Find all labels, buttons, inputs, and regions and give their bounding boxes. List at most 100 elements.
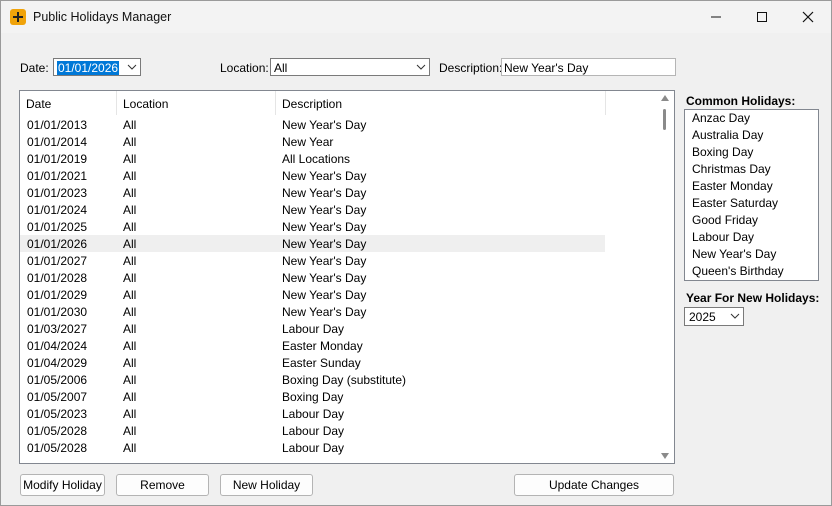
table-row[interactable]: 01/05/2023 All Labour Day — [20, 405, 656, 422]
common-holiday-item[interactable]: Australia Day — [685, 127, 818, 144]
row-location: All — [123, 373, 137, 387]
common-holiday-item[interactable]: New Year's Day — [685, 246, 818, 263]
year-select[interactable]: 2025 — [684, 307, 744, 326]
row-date: 01/01/2014 — [27, 135, 88, 149]
table-row[interactable]: 01/05/2006 All Boxing Day (substitute) — [20, 371, 656, 388]
table-row[interactable]: 01/01/2023 All New Year's Day — [20, 184, 656, 201]
table-row[interactable]: 01/01/2013 All New Year's Day — [20, 116, 656, 133]
scrollbar-thumb[interactable] — [663, 109, 666, 130]
update-changes-button[interactable]: Update Changes — [514, 474, 674, 496]
row-location: All — [123, 424, 137, 438]
common-holiday-item[interactable]: Good Friday — [685, 212, 818, 229]
row-date: 01/05/2028 — [27, 424, 88, 438]
app-icon — [10, 9, 26, 25]
table-row[interactable]: 01/05/2028 All Labour Day — [20, 422, 656, 439]
table-row[interactable]: 01/01/2030 All New Year's Day — [20, 303, 656, 320]
column-header-description[interactable]: Description — [276, 91, 606, 115]
row-location: All — [123, 356, 137, 370]
window-title: Public Holidays Manager — [33, 10, 172, 24]
table-row[interactable]: 01/04/2024 All Easter Monday — [20, 337, 656, 354]
row-location: All — [123, 186, 137, 200]
table-header: Date Location Description — [20, 91, 656, 115]
table-row[interactable]: 01/05/2028 All Labour Day — [20, 439, 656, 456]
row-date: 01/01/2029 — [27, 288, 88, 302]
common-holiday-item[interactable]: Easter Monday — [685, 178, 818, 195]
table-row[interactable]: 01/01/2028 All New Year's Day — [20, 269, 656, 286]
table-row[interactable]: 01/01/2029 All New Year's Day — [20, 286, 656, 303]
description-label: Description: — [439, 61, 503, 75]
location-value: All — [274, 61, 288, 75]
location-select[interactable]: All — [270, 58, 430, 76]
scroll-down-icon[interactable] — [661, 453, 669, 459]
row-location: All — [123, 220, 137, 234]
row-description: Labour Day — [282, 424, 345, 438]
close-icon — [802, 11, 814, 23]
table-row[interactable]: 01/01/2019 All All Locations — [20, 150, 656, 167]
table-row[interactable]: 01/01/2026 All New Year's Day — [20, 235, 605, 252]
chevron-down-icon — [127, 64, 137, 70]
row-description: New Year's Day — [282, 220, 367, 234]
table-row[interactable]: 01/01/2024 All New Year's Day — [20, 201, 656, 218]
common-holiday-item[interactable]: Christmas Day — [685, 161, 818, 178]
table-row[interactable]: 01/01/2027 All New Year's Day — [20, 252, 656, 269]
remove-button[interactable]: Remove — [116, 474, 209, 496]
row-description: All Locations — [282, 152, 351, 166]
row-description: New Year's Day — [282, 254, 367, 268]
table-row[interactable]: 01/01/2025 All New Year's Day — [20, 218, 656, 235]
new-holiday-button[interactable]: New Holiday — [220, 474, 313, 496]
scroll-up-icon[interactable] — [661, 95, 669, 101]
row-location: All — [123, 441, 137, 455]
row-location: All — [123, 254, 137, 268]
date-picker[interactable]: 01/01/2026 — [53, 58, 141, 76]
title-bar[interactable]: Public Holidays Manager — [1, 1, 831, 33]
row-date: 01/01/2028 — [27, 271, 88, 285]
row-description: Boxing Day (substitute) — [282, 373, 407, 387]
minimize-button[interactable] — [693, 1, 739, 33]
table-row[interactable]: 01/04/2029 All Easter Sunday — [20, 354, 656, 371]
row-description: Boxing Day — [282, 390, 344, 404]
common-holiday-item[interactable]: Labour Day — [685, 229, 818, 246]
modify-holiday-button[interactable]: Modify Holiday — [20, 474, 105, 496]
row-date: 01/01/2030 — [27, 305, 88, 319]
row-date: 01/01/2013 — [27, 118, 88, 132]
table-row[interactable]: 01/01/2014 All New Year — [20, 133, 656, 150]
maximize-icon — [757, 12, 767, 22]
row-description: New Year's Day — [282, 305, 367, 319]
table-row[interactable]: 01/01/2021 All New Year's Day — [20, 167, 656, 184]
app-window: Public Holidays Manager Date: 01/01/2026… — [0, 0, 832, 506]
maximize-button[interactable] — [739, 1, 785, 33]
row-description: New Year's Day — [282, 118, 367, 132]
row-description: Labour Day — [282, 322, 345, 336]
common-holiday-item[interactable]: Easter Saturday — [685, 195, 818, 212]
row-date: 01/05/2023 — [27, 407, 88, 421]
vertical-scrollbar[interactable] — [656, 91, 674, 463]
close-button[interactable] — [785, 1, 831, 33]
column-header-location[interactable]: Location — [117, 91, 276, 115]
date-label: Date: — [20, 61, 49, 75]
column-header-date[interactable]: Date — [20, 91, 117, 115]
table-row[interactable]: 01/05/2007 All Boxing Day — [20, 388, 656, 405]
description-input[interactable]: New Year's Day — [501, 58, 676, 76]
row-description: Easter Sunday — [282, 356, 361, 370]
location-label: Location: — [220, 61, 269, 75]
row-date: 01/04/2024 — [27, 339, 88, 353]
row-location: All — [123, 288, 137, 302]
common-holiday-item[interactable]: Boxing Day — [685, 144, 818, 161]
row-description: New Year's Day — [282, 203, 367, 217]
table-row[interactable]: 01/03/2027 All Labour Day — [20, 320, 656, 337]
row-location: All — [123, 152, 137, 166]
row-location: All — [123, 390, 137, 404]
common-holiday-item[interactable]: Queen's Birthday — [685, 263, 818, 280]
row-location: All — [123, 305, 137, 319]
row-description: New Year's Day — [282, 271, 367, 285]
common-holidays-list[interactable]: Anzac Day Australia Day Boxing Day Christma… — [684, 109, 819, 281]
row-date: 01/01/2024 — [27, 203, 88, 217]
holidays-table[interactable]: Date Location Description 01/01/2013 All N… — [19, 90, 675, 464]
chevron-down-icon — [730, 313, 740, 319]
year-title: Year For New Holidays: — [686, 291, 820, 305]
common-holiday-item[interactable]: Anzac Day — [685, 110, 818, 127]
row-description: New Year's Day — [282, 288, 367, 302]
row-date: 01/05/2006 — [27, 373, 88, 387]
row-date: 01/01/2021 — [27, 169, 88, 183]
row-location: All — [123, 322, 137, 336]
